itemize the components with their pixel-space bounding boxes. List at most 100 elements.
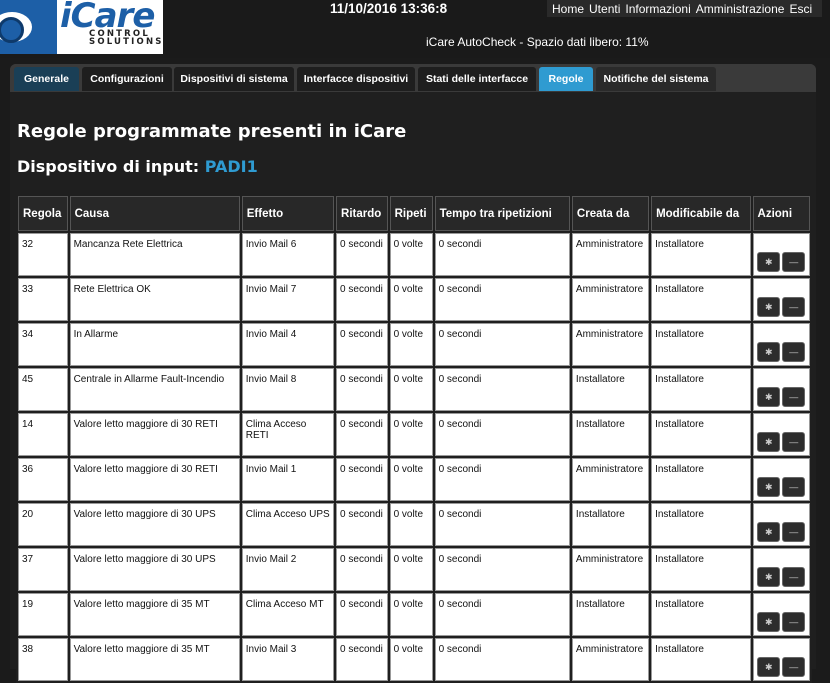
remove-button[interactable]: — (782, 387, 806, 407)
table-cell: 45 (18, 368, 68, 411)
remove-button[interactable]: — (782, 477, 806, 497)
table-cell: 0 secondi (434, 368, 570, 411)
settings-button[interactable]: ✱ (757, 522, 781, 542)
table-cell: 0 secondi (336, 323, 388, 366)
table-cell: 32 (18, 233, 68, 276)
table-cell: 0 volte (389, 593, 433, 636)
remove-button[interactable]: — (782, 297, 806, 317)
table-cell: Amministratore (571, 548, 650, 591)
remove-button[interactable]: — (782, 252, 806, 272)
table-cell: Amministratore (571, 323, 650, 366)
actions-cell: ✱ — (752, 638, 810, 681)
settings-button[interactable]: ✱ (757, 612, 781, 632)
table-cell: 0 secondi (336, 233, 388, 276)
table-row: 45 Centrale in Allarme Fault-Incendio Invi… (18, 368, 810, 411)
table-cell: Amministratore (571, 233, 650, 276)
settings-button[interactable]: ✱ (757, 567, 781, 587)
col-ripeti: Ripeti (389, 196, 433, 231)
table-cell: 0 volte (389, 278, 433, 321)
col-azioni: Azioni (752, 196, 810, 231)
tab-regole[interactable]: Regole (539, 67, 593, 91)
nav-esci[interactable]: Esci (789, 2, 812, 16)
tab-notifiche-sistema[interactable]: Notifiche del sistema (596, 67, 716, 91)
table-cell: Valore letto maggiore di 30 RETI (69, 458, 240, 501)
table-cell: Clima Acceso UPS (241, 503, 335, 546)
table-cell: 0 secondi (336, 368, 388, 411)
logo-subtitle-line2: SOLUTIONS (89, 37, 163, 47)
table-header-row: Regola Causa Effetto Ritardo Ripeti Temp… (18, 196, 810, 231)
table-row: 34 In Allarme Invio Mail 40 secondi 0 volte… (18, 323, 810, 366)
table-cell: Invio Mail 3 (241, 638, 335, 681)
table-cell: Clima Acceso RETI (241, 413, 335, 456)
col-effetto: Effetto (241, 196, 335, 231)
table-row: 37 Valore letto maggiore di 30 UPS Invio M… (18, 548, 810, 591)
settings-button[interactable]: ✱ (757, 252, 781, 272)
table-cell: 34 (18, 323, 68, 366)
device-name[interactable]: PADI1 (205, 157, 258, 176)
table-cell: Installatore (651, 368, 751, 411)
table-cell: 38 (18, 638, 68, 681)
table-cell: 0 secondi (434, 323, 570, 366)
table-cell: 0 secondi (336, 593, 388, 636)
table-cell: Amministratore (571, 638, 650, 681)
settings-button[interactable]: ✱ (757, 297, 781, 317)
nav-home[interactable]: Home (552, 2, 584, 16)
table-cell: Mancanza Rete Elettrica (69, 233, 240, 276)
remove-button[interactable]: — (782, 432, 806, 452)
remove-button[interactable]: — (782, 522, 806, 542)
tab-generale[interactable]: Generale (14, 67, 79, 91)
datetime: 11/10/2016 13:36:8 (330, 1, 448, 16)
remove-button[interactable]: — (782, 657, 806, 677)
col-modificabile-da: Modificabile da (651, 196, 751, 231)
table-row: 14 Valore letto maggiore di 30 RETI Clima … (18, 413, 810, 456)
table-cell: 0 secondi (434, 413, 570, 456)
actions-cell: ✱ — (752, 413, 810, 456)
settings-button[interactable]: ✱ (757, 432, 781, 452)
table-cell: 37 (18, 548, 68, 591)
settings-button[interactable]: ✱ (757, 342, 781, 362)
table-cell: 0 volte (389, 323, 433, 366)
table-row: 33 Rete Elettrica OK Invio Mail 70 secondi… (18, 278, 810, 321)
remove-button[interactable]: — (782, 342, 806, 362)
table-cell: Amministratore (571, 278, 650, 321)
col-regola: Regola (18, 196, 68, 231)
table-cell: 0 volte (389, 503, 433, 546)
table-cell: Installatore (651, 548, 751, 591)
nav-informazioni[interactable]: Informazioni (625, 2, 690, 16)
table-cell: Centrale in Allarme Fault-Incendio (69, 368, 240, 411)
remove-button[interactable]: — (782, 612, 806, 632)
table-cell: Invio Mail 2 (241, 548, 335, 591)
status-text: iCare AutoCheck - Spazio dati libero: 11… (426, 35, 649, 49)
table-cell: Valore letto maggiore di 30 UPS (69, 548, 240, 591)
settings-button[interactable]: ✱ (757, 387, 781, 407)
table-row: 32 Mancanza Rete Elettrica Invio Mail 60 s… (18, 233, 810, 276)
logo[interactable]: iCare CONTROL SOLUTIONS (0, 0, 163, 54)
settings-button[interactable]: ✱ (757, 477, 781, 497)
table-cell: Invio Mail 6 (241, 233, 335, 276)
settings-button[interactable]: ✱ (757, 657, 781, 677)
table-cell: 14 (18, 413, 68, 456)
col-creata-da: Creata da (571, 196, 650, 231)
table-cell: Rete Elettrica OK (69, 278, 240, 321)
col-ritardo: Ritardo (336, 196, 388, 231)
table-cell: 0 volte (389, 413, 433, 456)
tab-interfacce-dispositivi[interactable]: Interfacce dispositivi (297, 67, 415, 91)
tab-dispositivi-sistema[interactable]: Dispositivi di sistema (174, 67, 294, 91)
device-heading: Dispositivo di input: PADI1 (17, 157, 258, 176)
logo-subtitle: CONTROL SOLUTIONS (89, 30, 163, 47)
table-cell: 0 secondi (336, 458, 388, 501)
table-cell: 0 secondi (336, 413, 388, 456)
table-row: 20 Valore letto maggiore di 30 UPS Clima A… (18, 503, 810, 546)
remove-button[interactable]: — (782, 567, 806, 587)
table-cell: 0 secondi (434, 278, 570, 321)
tab-stati-interfacce[interactable]: Stati delle interfacce (418, 67, 536, 91)
nav-utenti[interactable]: Utenti (589, 2, 620, 16)
tab-configurazioni[interactable]: Configurazioni (82, 67, 172, 91)
table-cell: Installatore (571, 368, 650, 411)
table-cell: 0 secondi (336, 503, 388, 546)
nav-amministrazione[interactable]: Amministrazione (696, 2, 785, 16)
rules-table: Regola Causa Effetto Ritardo Ripeti Temp… (16, 194, 812, 683)
table-cell: 36 (18, 458, 68, 501)
table-cell: Invio Mail 4 (241, 323, 335, 366)
table-cell: 19 (18, 593, 68, 636)
